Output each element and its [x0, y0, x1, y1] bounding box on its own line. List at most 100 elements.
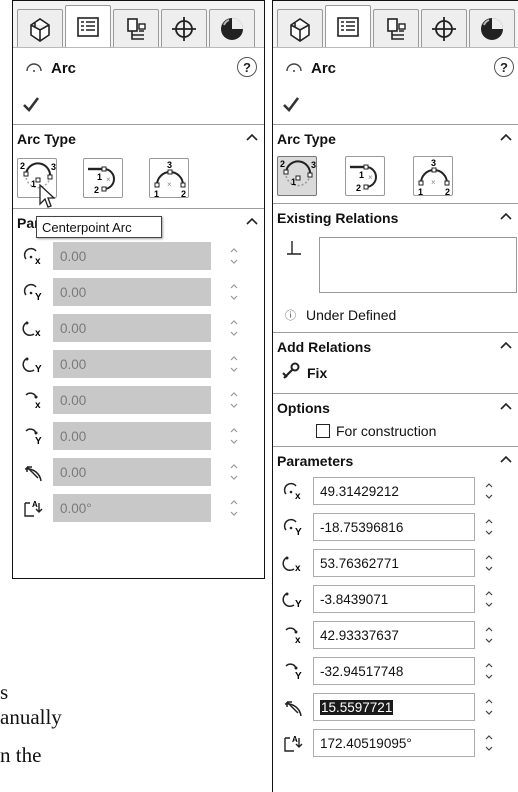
radius-field[interactable]: 15.5597721: [313, 693, 475, 721]
tab-dimxpert-manager[interactable]: [421, 9, 467, 47]
center-y-field[interactable]: 0.00: [53, 278, 211, 306]
panel-title: Arc: [311, 59, 337, 77]
three-point-arc-button[interactable]: 3 1 2 ×: [413, 156, 453, 197]
tangent-arc-icon: 1 2 ×: [84, 166, 124, 203]
three-point-arc-button[interactable]: 3 1 2 ×: [149, 158, 189, 199]
add-relations-label: Add Relations: [277, 339, 372, 355]
tab-feature-manager[interactable]: [17, 9, 63, 47]
collapse-caret-icon[interactable]: [500, 129, 512, 145]
display-manager-icon: [478, 15, 506, 43]
center-y-spinner[interactable]: [481, 513, 497, 541]
collapse-caret-icon[interactable]: [500, 451, 512, 467]
svg-text:Y: Y: [35, 292, 42, 303]
end-x-field[interactable]: 0.00: [53, 386, 211, 414]
fix-relation-row[interactable]: Fix: [273, 359, 518, 387]
help-button[interactable]: ?: [494, 57, 514, 77]
param-row: x 0.00: [13, 238, 264, 274]
radius-field[interactable]: 0.00: [53, 458, 211, 486]
collapse-caret-icon[interactable]: [500, 398, 512, 414]
for-construction-label[interactable]: For construction: [336, 423, 436, 439]
svg-text:Y: Y: [295, 599, 302, 610]
end-y-spinner[interactable]: [481, 657, 497, 685]
tangent-arc-button[interactable]: 1 2 ×: [83, 158, 123, 198]
svg-text:Y: Y: [295, 527, 302, 538]
param-row: x 0.00: [13, 382, 264, 418]
arc-type-header[interactable]: Arc Type: [273, 127, 518, 151]
angle-field[interactable]: 0.00°: [53, 494, 211, 522]
centerpoint-arc-button[interactable]: 2 3 1: [277, 156, 317, 196]
start-y-field[interactable]: 0.00: [53, 350, 211, 378]
fix-icon: [281, 361, 301, 386]
end-x-spinner[interactable]: [481, 621, 497, 649]
angle-spinner[interactable]: [226, 494, 242, 522]
center-x-field[interactable]: 49.31429212: [313, 477, 475, 505]
arc-type-header[interactable]: Arc Type: [13, 127, 264, 151]
angle-spinner[interactable]: [481, 729, 497, 757]
start-y-spinner[interactable]: [481, 585, 497, 613]
center-x-spinner[interactable]: [481, 477, 497, 505]
start-y-spinner[interactable]: [226, 350, 242, 378]
end-y-spinner[interactable]: [226, 422, 242, 450]
existing-relations-list[interactable]: [319, 237, 517, 293]
add-relations-header[interactable]: Add Relations: [273, 335, 518, 359]
tab-feature-manager[interactable]: [277, 9, 323, 47]
property-manager-icon: [74, 13, 102, 41]
background-text-line-1: s: [0, 680, 9, 704]
collapse-caret-icon[interactable]: [500, 337, 512, 353]
help-button[interactable]: ?: [237, 57, 257, 77]
for-construction-checkbox[interactable]: [316, 424, 330, 438]
start-x-field[interactable]: 0.00: [53, 314, 211, 342]
tab-property-manager[interactable]: [325, 5, 371, 47]
angle-icon: A: [13, 497, 53, 519]
parameters-header[interactable]: Parameters: [273, 449, 518, 473]
dimxpert-manager-icon: [170, 15, 198, 43]
ok-row: [273, 88, 518, 124]
svg-text:Y: Y: [35, 364, 42, 375]
radius-spinner[interactable]: [226, 458, 242, 486]
arc-type-label: Arc Type: [277, 131, 336, 147]
collapse-caret-icon[interactable]: [500, 208, 512, 224]
param-row: x 42.93337637: [273, 617, 518, 653]
dimxpert-manager-icon: [430, 15, 458, 43]
svg-text:2: 2: [356, 183, 361, 193]
end-x-field[interactable]: 42.93337637: [313, 621, 475, 649]
panel-tab-bar: [273, 1, 518, 48]
tab-configuration-manager[interactable]: [113, 9, 159, 47]
center-y-icon: Y: [273, 516, 313, 538]
angle-field[interactable]: 172.40519095°: [313, 729, 475, 757]
collapse-caret-icon[interactable]: [246, 213, 258, 229]
collapse-caret-icon[interactable]: [246, 129, 258, 145]
tangent-arc-button[interactable]: 1 2 ×: [345, 156, 385, 196]
start-y-field[interactable]: -3.8439071: [313, 585, 475, 613]
tab-dimxpert-manager[interactable]: [161, 9, 207, 47]
end-x-spinner[interactable]: [226, 386, 242, 414]
center-x-field[interactable]: 0.00: [53, 242, 211, 270]
svg-text:Y: Y: [295, 671, 302, 682]
tab-configuration-manager[interactable]: [373, 9, 419, 47]
start-x-spinner[interactable]: [481, 549, 497, 577]
existing-relations-label: Existing Relations: [277, 210, 399, 226]
tab-display-manager[interactable]: [209, 9, 255, 47]
tab-property-manager[interactable]: [65, 5, 111, 47]
svg-text:3: 3: [167, 160, 172, 170]
center-y-spinner[interactable]: [226, 278, 242, 306]
param-row: 0.00: [13, 454, 264, 490]
end-y-field[interactable]: -32.94517748: [313, 657, 475, 685]
existing-relations-header[interactable]: Existing Relations: [273, 206, 518, 230]
center-x-spinner[interactable]: [226, 242, 242, 270]
panel-title-row: Arc ?: [13, 48, 264, 88]
svg-text:A: A: [292, 735, 298, 744]
svg-text:x: x: [295, 563, 301, 574]
divider: [273, 203, 518, 204]
ok-checkmark-icon[interactable]: [21, 95, 41, 118]
start-x-field[interactable]: 53.76362771: [313, 549, 475, 577]
radius-spinner[interactable]: [481, 693, 497, 721]
end-y-field[interactable]: 0.00: [53, 422, 211, 450]
center-y-field[interactable]: -18.75396816: [313, 513, 475, 541]
ok-checkmark-icon[interactable]: [281, 95, 301, 118]
tab-display-manager[interactable]: [469, 9, 515, 47]
status-row: ⓘ Under Defined: [273, 300, 518, 330]
svg-text:x: x: [295, 491, 301, 502]
options-header[interactable]: Options: [273, 396, 518, 420]
start-x-spinner[interactable]: [226, 314, 242, 342]
